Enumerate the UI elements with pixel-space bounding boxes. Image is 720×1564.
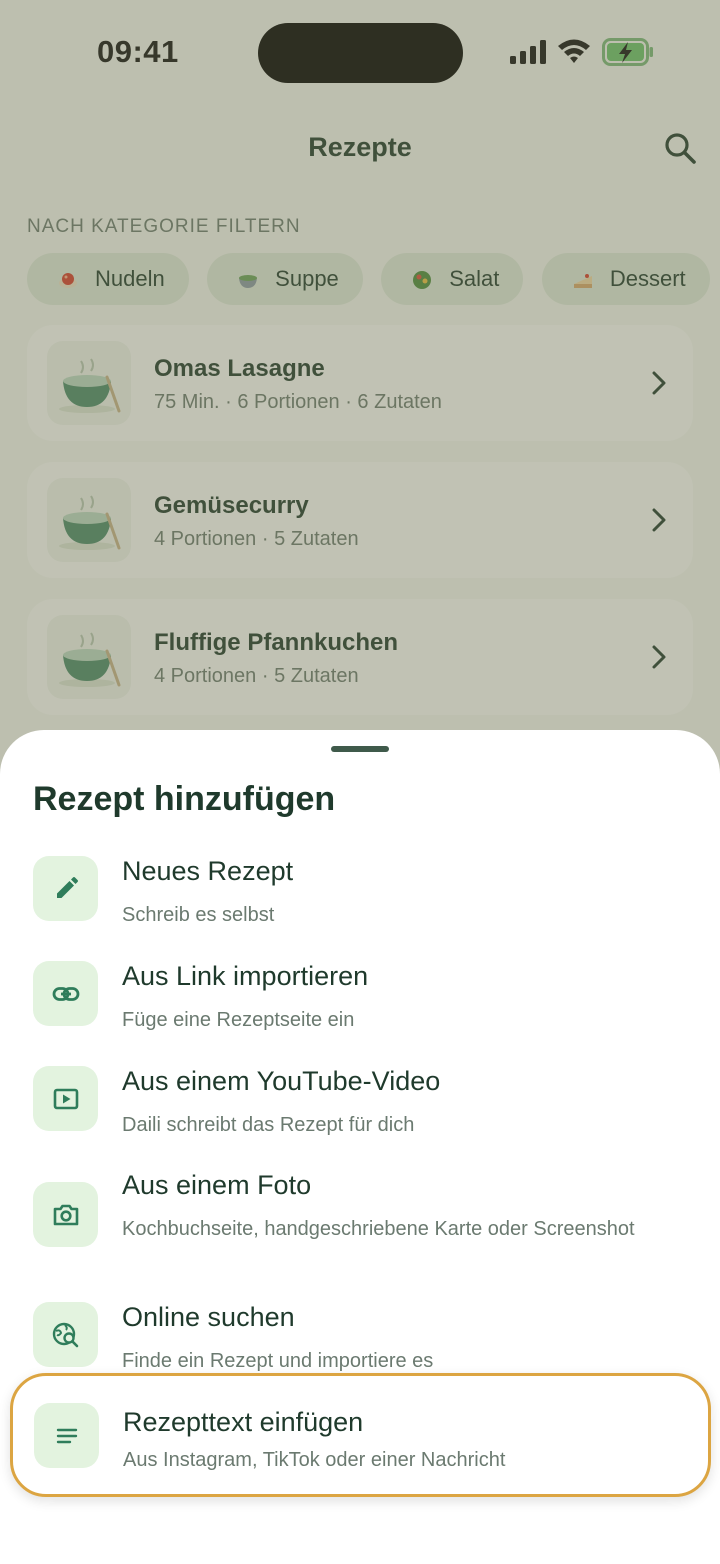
sheet-title: Rezept hinzufügen <box>33 780 336 818</box>
sheet-drag-handle[interactable] <box>331 746 389 752</box>
option-new-recipe[interactable]: Neues Rezept Schreib es selbst <box>33 856 693 926</box>
pencil-icon <box>33 856 98 921</box>
option-title: Aus einem YouTube-Video <box>122 1066 441 1096</box>
option-subtitle: Daili schreibt das Rezept für dich <box>122 1114 415 1136</box>
camera-icon <box>33 1182 98 1247</box>
option-title: Aus einem Foto <box>122 1170 312 1200</box>
option-youtube-video[interactable]: Aus einem YouTube-Video Daili schreibt d… <box>33 1066 693 1136</box>
option-subtitle: Schreib es selbst <box>122 904 275 926</box>
option-subtitle: Füge eine Rezeptseite ein <box>122 1009 355 1031</box>
option-title: Neues Rezept <box>122 856 294 886</box>
option-from-photo[interactable]: Aus einem Foto Kochbuchseite, handgeschr… <box>33 1170 693 1270</box>
option-online-search[interactable]: Online suchen Finde ein Rezept und impor… <box>33 1302 693 1372</box>
option-title: Aus Link importieren <box>122 961 369 991</box>
video-play-icon <box>33 1066 98 1131</box>
globe-search-icon <box>33 1302 98 1367</box>
option-paste-recipe-text[interactable]: Rezepttext einfügen Aus Instagram, TikTo… <box>10 1373 711 1497</box>
text-lines-icon <box>34 1403 99 1468</box>
link-icon <box>33 961 98 1026</box>
option-title: Rezepttext einfügen <box>123 1407 364 1437</box>
option-subtitle: Kochbuchseite, handgeschriebene Karte od… <box>122 1218 635 1240</box>
option-import-link[interactable]: Aus Link importieren Füge eine Rezeptsei… <box>33 961 693 1031</box>
option-subtitle: Aus Instagram, TikTok oder einer Nachric… <box>123 1449 506 1471</box>
option-title: Online suchen <box>122 1302 295 1332</box>
